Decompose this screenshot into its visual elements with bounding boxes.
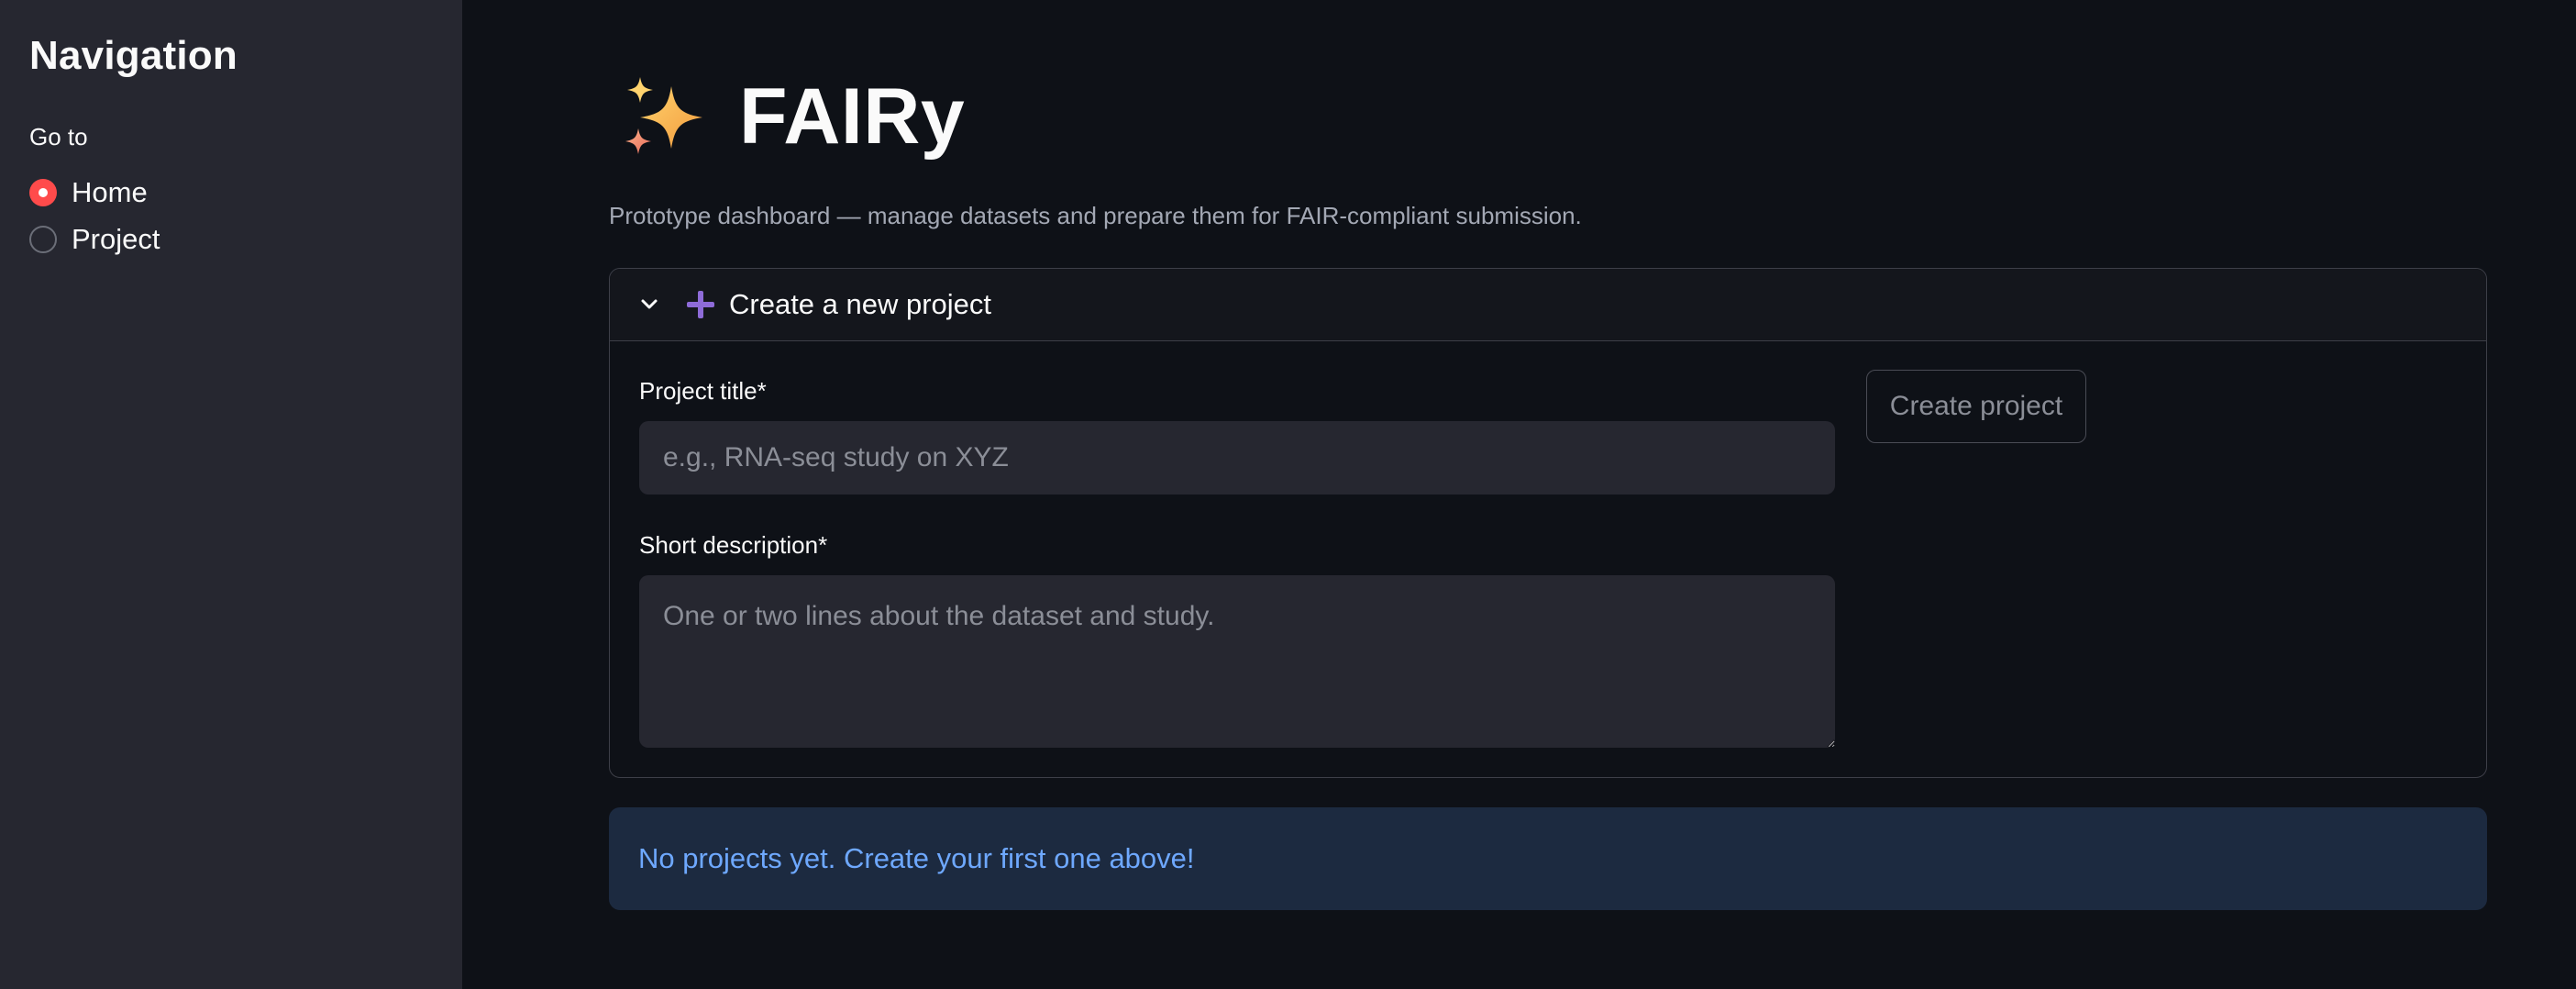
- radio-checked-icon[interactable]: [29, 179, 57, 206]
- radio-group-label: Go to: [29, 123, 88, 150]
- short-description-label: Short description*: [639, 531, 828, 559]
- radio-unchecked-icon[interactable]: [29, 226, 57, 253]
- page-subtitle: Prototype dashboard — manage datasets an…: [609, 202, 1582, 229]
- expander-header[interactable]: Create a new project: [610, 269, 2486, 341]
- create-project-expander: Create a new project Project title* Shor…: [609, 268, 2487, 778]
- radio-option-home[interactable]: Home: [29, 176, 148, 209]
- page-title: FAIRy: [739, 72, 966, 161]
- project-title-label: Project title*: [639, 377, 767, 405]
- info-message: No projects yet. Create your first one a…: [638, 842, 1195, 874]
- create-project-button[interactable]: Create project: [1866, 370, 2086, 443]
- app-root: Navigation Go to Home Project FAIRy Prot…: [0, 0, 2576, 989]
- radio-label-project: Project: [72, 223, 160, 255]
- main-content: FAIRy Prototype dashboard — manage datas…: [462, 0, 2576, 989]
- sidebar-title: Navigation: [29, 33, 238, 78]
- radio-option-project[interactable]: Project: [29, 223, 160, 256]
- short-description-textarea[interactable]: [639, 575, 1835, 748]
- plus-icon: [687, 291, 714, 318]
- page-header: FAIRy: [620, 72, 965, 162]
- project-title-input[interactable]: [639, 421, 1835, 494]
- expander-label: Create a new project: [729, 288, 992, 320]
- sidebar: Navigation Go to Home Project: [0, 0, 462, 989]
- radio-label-home: Home: [72, 176, 148, 208]
- info-alert: No projects yet. Create your first one a…: [609, 807, 2487, 910]
- sparkles-icon: [625, 76, 702, 154]
- chevron-down-icon[interactable]: [637, 293, 661, 317]
